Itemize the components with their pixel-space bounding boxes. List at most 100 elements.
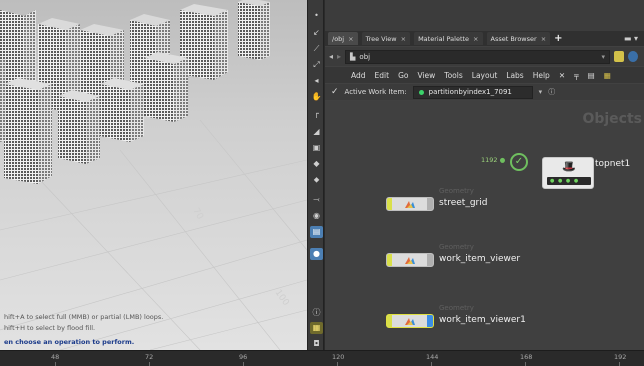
- path-bar: ◂ ▸ ▙ obj ▾: [325, 47, 644, 66]
- brush-icon[interactable]: ⟋: [310, 43, 323, 55]
- node-name: work_item_viewer1: [439, 315, 526, 325]
- grid-label-100: 100: [273, 288, 291, 308]
- template-flag[interactable]: [427, 198, 433, 210]
- active-work-item-value: partitionbyindex1_7091: [428, 88, 512, 96]
- link-pane-icon[interactable]: [628, 51, 639, 62]
- cook-complete-icon: ✓: [510, 153, 528, 171]
- select-icon[interactable]: ↙: [310, 27, 323, 39]
- node-body[interactable]: [386, 253, 434, 267]
- node-name: work_item_viewer: [439, 254, 521, 264]
- node-body[interactable]: [386, 197, 434, 211]
- active-work-item-select[interactable]: partitionbyindex1_7091: [412, 85, 533, 99]
- tab-asset-browser[interactable]: Asset Browser ×: [486, 32, 551, 45]
- houdini-window: 70 100 hift+A to select full (MMB) or pa…: [0, 0, 644, 366]
- close-icon[interactable]: ×: [348, 35, 353, 43]
- snap-icon[interactable]: ◢: [310, 126, 323, 138]
- pane-menu-icon[interactable]: ▬ ▾: [624, 34, 638, 43]
- info-icon[interactable]: ⓘ: [310, 307, 323, 319]
- menu-add[interactable]: Add: [351, 71, 366, 80]
- menu-view[interactable]: View: [417, 71, 435, 80]
- template-flag[interactable]: [427, 254, 433, 266]
- viewport-tool-strip: • ↙ ⟋ ⤢ ◂ ✋ ┌ ◢ ▣ ◆ ⬥ ⤙ ◉ ▤ ● ⓘ ▦ ◘: [307, 0, 324, 350]
- frame-label: 72: [145, 353, 154, 361]
- close-icon[interactable]: ×: [473, 35, 478, 43]
- tab-tree-view[interactable]: Tree View ×: [361, 32, 411, 45]
- node-name: street_grid: [439, 198, 488, 208]
- tick: [619, 362, 620, 366]
- menu-layout[interactable]: Layout: [472, 71, 498, 80]
- grid-label-70: 70: [190, 207, 205, 222]
- transform-icon[interactable]: ⤢: [310, 59, 323, 71]
- network-menu-bar: Add Edit Go View Tools Layout Labs Help …: [325, 67, 644, 83]
- info-icon[interactable]: ⓘ: [548, 87, 555, 97]
- topnet-node-body[interactable]: 🎩 ● ● ● ●: [542, 157, 594, 189]
- frame-label: 96: [239, 353, 248, 361]
- tab-material-palette[interactable]: Material Palette ×: [414, 32, 483, 45]
- scene-viewport[interactable]: 70 100 hift+A to select full (MMB) or pa…: [0, 0, 307, 350]
- handle-icon[interactable]: ◂: [310, 75, 323, 87]
- node-topnet1[interactable]: 🎩 ● ● ● ● topnet1: [542, 157, 630, 189]
- pin-icon[interactable]: ◉: [310, 210, 323, 222]
- view-icon[interactable]: ✋: [310, 91, 323, 103]
- node-type: Geometry: [439, 187, 474, 195]
- tab-label: /obj: [332, 34, 345, 43]
- close-icon[interactable]: ×: [401, 35, 406, 43]
- particle-icon[interactable]: ⤙: [310, 194, 323, 206]
- chevron-down-icon[interactable]: ▾: [602, 53, 606, 61]
- tick: [525, 362, 526, 366]
- frame-label: 144: [426, 353, 439, 361]
- camera-icon[interactable]: ◘: [310, 338, 323, 350]
- frame-label: 120: [332, 353, 345, 361]
- back-icon[interactable]: ◂: [329, 52, 333, 61]
- render-icon[interactable]: ◆: [310, 158, 323, 170]
- node-name: topnet1: [595, 159, 631, 169]
- node-body[interactable]: [386, 314, 434, 328]
- display-flag[interactable]: [387, 198, 392, 210]
- check-icon[interactable]: ✓: [331, 87, 339, 97]
- frame-label: 48: [51, 353, 60, 361]
- display-icon[interactable]: ▤: [310, 226, 323, 238]
- list-icon[interactable]: ▤: [588, 71, 595, 80]
- sphere-icon[interactable]: ▣: [310, 142, 323, 154]
- menu-go[interactable]: Go: [398, 71, 408, 80]
- tick: [55, 362, 56, 366]
- menu-edit[interactable]: Edit: [375, 71, 390, 80]
- timeline-ruler[interactable]: 48 72 96 120 144 168 192: [0, 350, 644, 366]
- obj-context-icon: ▙: [350, 52, 356, 61]
- buildings: [0, 0, 270, 184]
- dot-icon[interactable]: •: [310, 10, 323, 22]
- corner-icon[interactable]: ┌: [310, 108, 323, 120]
- wrench-icon[interactable]: ✕: [559, 71, 565, 80]
- network-graph-canvas[interactable]: Objects 1192 ● ✓ 🎩 ● ● ● ● topnet1 Geome…: [325, 101, 644, 350]
- grid-icon[interactable]: ▦: [310, 322, 323, 334]
- forward-icon[interactable]: ▸: [337, 52, 341, 61]
- diamond-icon[interactable]: ⬥: [310, 174, 323, 186]
- lightbulb-icon[interactable]: ●: [310, 248, 323, 260]
- network-path-text: obj: [359, 52, 371, 61]
- menu-help[interactable]: Help: [533, 71, 550, 80]
- menu-labs[interactable]: Labs: [506, 71, 523, 80]
- display-flag[interactable]: [387, 315, 392, 327]
- tab-label: Asset Browser: [490, 34, 537, 43]
- display-flag[interactable]: [387, 254, 392, 266]
- render-flag[interactable]: [427, 315, 433, 327]
- pin-pane-icon[interactable]: [614, 51, 625, 62]
- chevron-down-icon[interactable]: ▾: [539, 88, 543, 96]
- frame-label: 168: [520, 353, 533, 361]
- pane-header-space: [325, 0, 644, 31]
- close-icon[interactable]: ×: [541, 35, 546, 43]
- network-editor-pane: /obj × Tree View × Material Palette × As…: [325, 0, 644, 350]
- geometry-node-icon: [405, 318, 415, 325]
- network-path-field[interactable]: ▙ obj ▾: [345, 49, 611, 64]
- tick: [337, 362, 338, 366]
- tree-icon[interactable]: ╤: [574, 71, 579, 80]
- pane-tab-bar: /obj × Tree View × Material Palette × As…: [325, 31, 644, 46]
- palette-icon[interactable]: ▦: [604, 71, 611, 80]
- viewport-hint-flood-fill: hift+H to select by flood fill.: [4, 324, 96, 332]
- tab-obj[interactable]: /obj ×: [328, 32, 358, 45]
- menu-tools[interactable]: Tools: [444, 71, 462, 80]
- add-tab-button[interactable]: +: [554, 33, 562, 44]
- geometry-node-icon: [405, 257, 415, 264]
- tick: [243, 362, 244, 366]
- geometry-node-icon: [405, 201, 415, 208]
